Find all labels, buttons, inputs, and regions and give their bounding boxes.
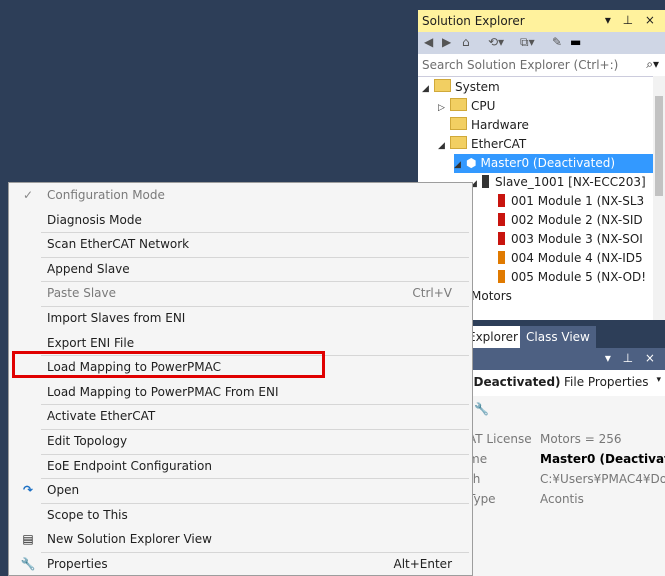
expand-toggle-icon[interactable]: ◢ xyxy=(422,80,434,99)
tree-node-label: System xyxy=(455,80,500,94)
pin-icon[interactable]: ▬ xyxy=(570,35,581,49)
menu-item-paste-slave[interactable]: Paste Slave Ctrl+V xyxy=(9,281,472,305)
tree-node[interactable]: ◢ EtherCAT xyxy=(438,135,526,154)
tree-node-label: 005 Module 5 (NX-OD! xyxy=(511,270,647,284)
highlight-annotation xyxy=(12,351,325,378)
property-value: C:¥Users¥PMAC4¥Docu xyxy=(540,472,665,486)
home-icon[interactable]: ⌂ xyxy=(462,35,470,49)
menu-item-label: Activate EtherCAT xyxy=(47,409,156,424)
tree-node-label: Motors xyxy=(471,289,512,303)
search-input[interactable]: Search Solution Explorer (Ctrl+:) xyxy=(422,58,618,72)
menu-item-scope-to-this[interactable]: Scope to This xyxy=(9,503,472,527)
tree-node[interactable]: ▷ CPU xyxy=(438,97,495,116)
wrench-icon: 🔧 xyxy=(20,557,36,571)
property-name: AT License xyxy=(468,432,532,446)
module-icon xyxy=(498,213,505,226)
menu-item-label: Edit Topology xyxy=(47,434,128,448)
menu-item-configuration-mode[interactable]: ✓ Configuration Mode xyxy=(9,183,472,207)
tree-node[interactable]: 002 Module 2 (NX-SID xyxy=(486,211,643,230)
window-controls[interactable]: ▾ ⊥ × xyxy=(605,13,659,27)
menu-item-load-mapping-to-powerpmac-from-eni[interactable]: Load Mapping to PowerPMAC From ENI xyxy=(9,380,472,404)
menu-item-label: Scope to This xyxy=(47,507,128,522)
menu-item-edit-topology[interactable]: Edit Topology xyxy=(9,429,472,453)
tree-node-label: Hardware xyxy=(471,118,529,132)
object-type: File Properties xyxy=(564,375,649,389)
master-icon: ⬢ xyxy=(466,156,477,170)
tree-node-label: 003 Module 3 (NX-SOI xyxy=(511,232,643,246)
solution-explorer-titlebar: Solution Explorer ▾ ⊥ × xyxy=(418,10,665,32)
folder-icon xyxy=(450,117,467,130)
folder-icon xyxy=(434,79,451,92)
menu-item-label: Import Slaves from ENI xyxy=(47,311,186,325)
menu-item-label: Load Mapping to PowerPMAC From ENI xyxy=(47,384,279,399)
menu-item-label: Append Slave xyxy=(47,261,130,276)
sync-icon[interactable]: ⧉▾ xyxy=(520,35,535,50)
menu-item-shortcut: Alt+Enter xyxy=(393,557,452,571)
menu-item-new-solution-explorer-view[interactable]: ▤ New Solution Explorer View xyxy=(9,527,472,551)
object-name: (Deactivated) xyxy=(468,375,561,389)
tree-node[interactable]: 003 Module 3 (NX-SOI xyxy=(486,230,643,249)
slave-icon xyxy=(482,175,489,188)
tree-scrollbar-thumb[interactable] xyxy=(655,96,663,196)
menu-item-label: New Solution Explorer View xyxy=(47,532,212,547)
expand-toggle-icon[interactable]: ◢ xyxy=(454,156,466,175)
tree-node[interactable]: 005 Module 5 (NX-OD! xyxy=(486,268,646,287)
menu-item-label: Properties xyxy=(47,557,108,571)
solution-explorer-title: Solution Explorer xyxy=(422,14,525,28)
tree-node-label: CPU xyxy=(471,99,496,113)
menu-item-label: Diagnosis Mode xyxy=(47,212,142,227)
menu-item-label: EoE Endpoint Configuration xyxy=(47,458,212,473)
menu-item-diagnosis-mode[interactable]: Diagnosis Mode xyxy=(9,208,472,232)
tree-node-label: EtherCAT xyxy=(471,137,527,151)
tree-node[interactable]: 004 Module 4 (NX-ID5 xyxy=(486,249,643,268)
tree-node[interactable]: ◢ ⬢ Master0 (Deactivated) xyxy=(454,154,653,173)
context-menu: ✓ Configuration Mode Diagnosis Mode Scan Et… xyxy=(8,182,473,576)
menu-item-import-slaves-from-eni[interactable]: Import Slaves from ENI xyxy=(9,306,472,330)
back-icon[interactable]: ◀ xyxy=(424,35,433,49)
property-value: Motors = 256 xyxy=(540,432,622,446)
forward-icon[interactable]: ▶ xyxy=(442,35,451,49)
menu-item-properties[interactable]: 🔧 Properties Alt+Enter xyxy=(9,552,472,576)
menu-item-label: Open xyxy=(47,483,80,498)
tree-node-label: Slave_1001 [NX-ECC203] xyxy=(495,175,646,189)
menu-item-eoe-endpoint-configuration[interactable]: EoE Endpoint Configuration xyxy=(9,454,472,478)
tree-node[interactable]: ◢ System xyxy=(422,78,500,97)
menu-item-label: Scan EtherCAT Network xyxy=(47,237,190,252)
tree-node-label: 002 Module 2 (NX-SID xyxy=(511,213,643,227)
open-icon: ↷ xyxy=(22,483,34,498)
tree-node-label: 001 Module 1 (NX-SL3 xyxy=(511,194,645,208)
menu-item-label: Paste Slave xyxy=(47,286,116,301)
menu-item-label: Configuration Mode xyxy=(47,188,165,202)
chevron-down-icon[interactable]: ▾ xyxy=(656,375,661,385)
folder-icon xyxy=(450,136,467,149)
tab-class-view[interactable]: Class View xyxy=(520,326,596,348)
menu-item-append-slave[interactable]: Append Slave xyxy=(9,257,472,281)
window-controls[interactable]: ▾ ⊥ × xyxy=(605,351,659,365)
tree-node[interactable]: Hardware xyxy=(438,116,529,135)
tree-node-label: Master0 (Deactivated) xyxy=(480,156,616,170)
wrench-icon[interactable]: 🔧 xyxy=(474,402,489,416)
wrench-icon[interactable]: ✎ xyxy=(552,35,562,49)
tree-node[interactable]: ◢ Slave_1001 [NX-ECC203] xyxy=(470,173,646,192)
search-bar[interactable]: Search Solution Explorer (Ctrl+:) ⌕▾ xyxy=(418,54,665,77)
property-value: Master0 (Deactivated xyxy=(540,452,665,466)
module-icon xyxy=(498,232,505,245)
tree-node[interactable]: 001 Module 1 (NX-SL3 xyxy=(486,192,644,211)
solution-explorer-toolbar: ◀ ▶ ⌂ ⟲▾ ⧉▾ ✎ ▬ xyxy=(418,32,665,54)
menu-item-scan-ethercat-network[interactable]: Scan EtherCAT Network xyxy=(9,232,472,256)
explorer-view-icon: ▤ xyxy=(22,532,34,547)
property-value: Acontis xyxy=(540,492,584,506)
folder-icon xyxy=(450,98,467,111)
module-icon xyxy=(498,194,505,207)
menu-item-activate-ethercat[interactable]: Activate EtherCAT xyxy=(9,404,472,428)
history-icon[interactable]: ⟲▾ xyxy=(488,35,504,49)
menu-item-shortcut: Ctrl+V xyxy=(412,286,452,301)
module-icon xyxy=(498,251,505,264)
search-icon[interactable]: ⌕▾ xyxy=(646,57,659,72)
module-icon xyxy=(498,270,505,283)
menu-item-open[interactable]: ↷ Open xyxy=(9,478,472,502)
expand-toggle-icon[interactable]: ◢ xyxy=(438,137,450,156)
check-icon: ✓ xyxy=(22,188,34,202)
tree-node-label: 004 Module 4 (NX-ID5 xyxy=(511,251,643,265)
